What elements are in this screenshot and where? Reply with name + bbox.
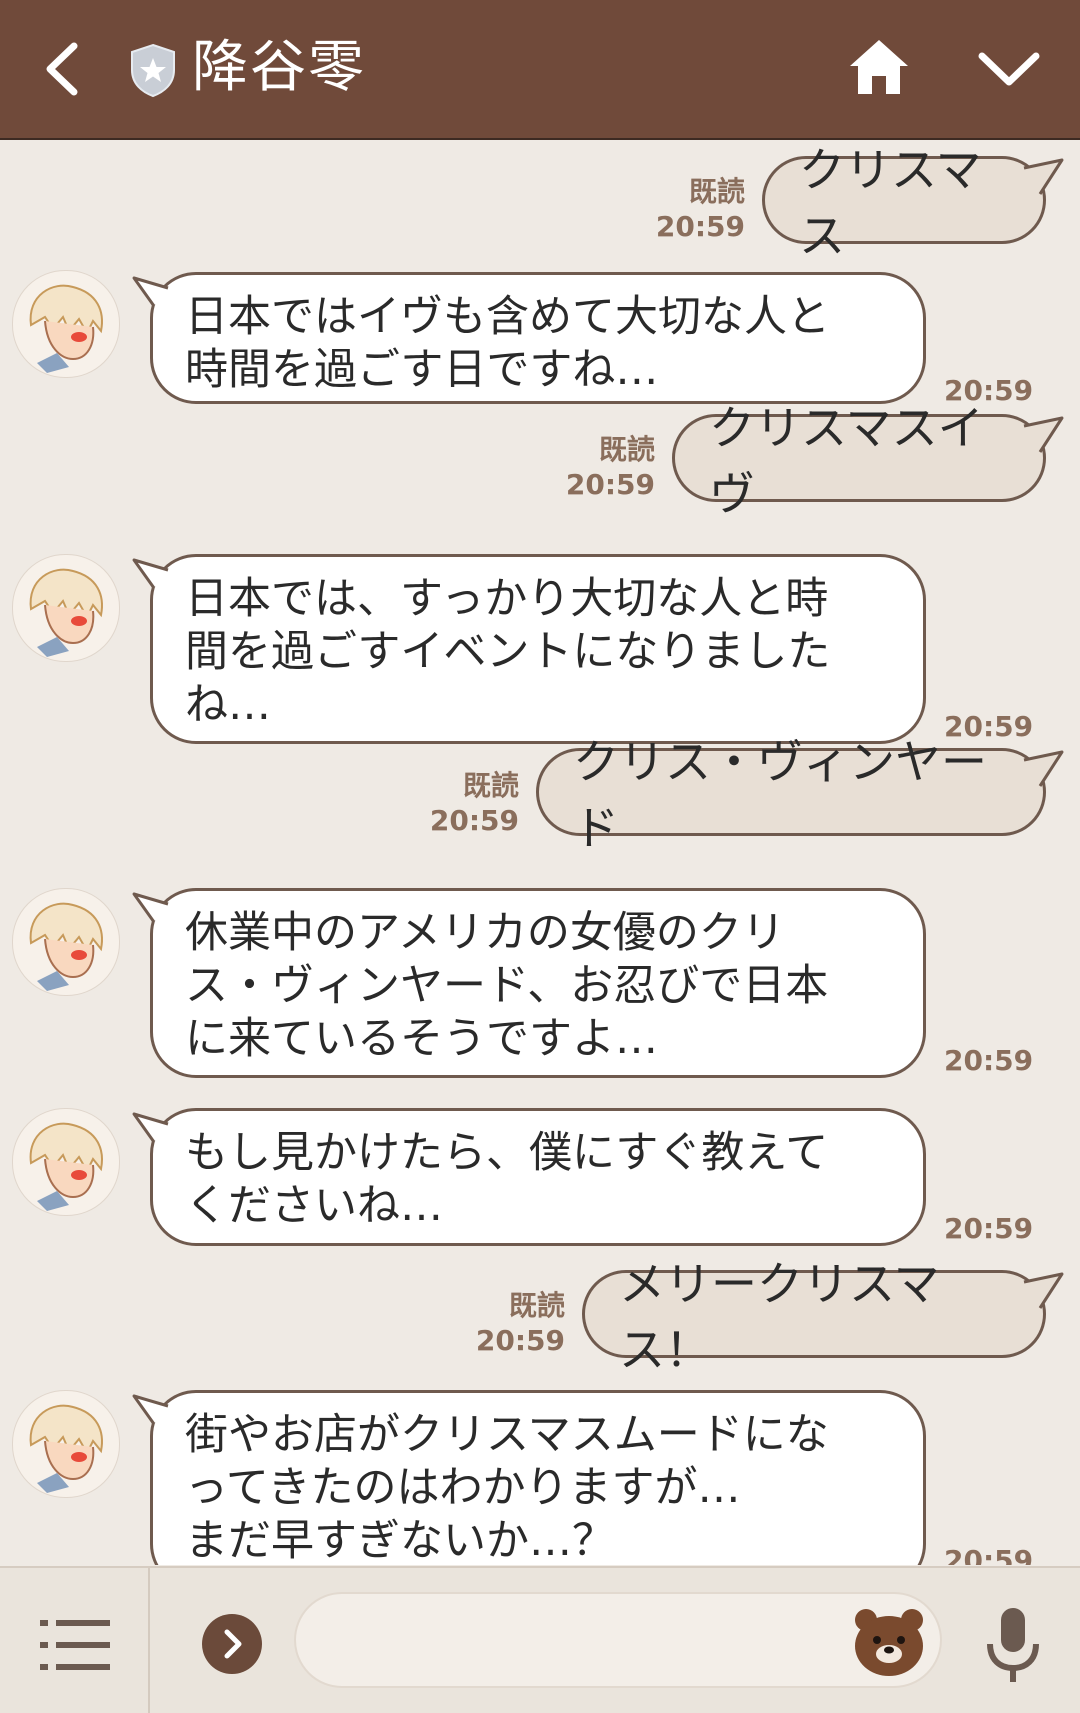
message-meta: 既読 20:59 <box>414 768 519 838</box>
read-receipt: 既読 <box>508 1289 565 1322</box>
contact-avatar[interactable] <box>12 270 120 378</box>
contact-avatar[interactable] <box>12 554 120 662</box>
bubble-tail <box>132 892 169 923</box>
outgoing-message-bubble[interactable]: クリスマスイヴ <box>672 401 1046 521</box>
message-time: 20:59 <box>655 210 745 243</box>
chat-title: 降谷零 <box>192 35 366 100</box>
message-text: 日本では、すっかり大切な人と時 間を過ごすイベントになりました ね… <box>185 574 831 730</box>
message-meta: 既読 20:59 <box>550 432 655 502</box>
message-time: 20:59 <box>944 1544 1034 1565</box>
incoming-message-bubble[interactable]: もし見かけたら、僕にすぐ教えて くださいね… <box>150 1108 926 1246</box>
divider <box>148 1568 150 1713</box>
message-text: クリス・ヴィンヤード <box>573 735 987 855</box>
message-meta: 既読 20:59 <box>460 1288 565 1358</box>
bubble-tail <box>1023 750 1064 787</box>
contact-avatar[interactable] <box>12 1390 120 1498</box>
message-text: 街やお店がクリスマスムードにな ってきたのはわかりますが… まだ早すぎないか…？ <box>185 1410 829 1565</box>
read-receipt: 既読 <box>688 175 745 208</box>
message-input-bar <box>0 1566 1080 1713</box>
message-meta: 既読 20:59 <box>640 174 745 244</box>
read-receipt: 既読 <box>598 433 655 466</box>
message-text: 休業中のアメリカの女優のクリ ス・ヴィンヤード、お忍びで日本 に来ているそうです… <box>185 908 829 1064</box>
message-text: メリークリスマス！ <box>619 1257 940 1377</box>
message-text: 日本ではイヴも含めて大切な人と 時間を過ごす日ですね… <box>185 292 830 395</box>
expand-button[interactable] <box>202 1614 262 1674</box>
bubble-tail <box>1023 1272 1064 1309</box>
shield-star-icon <box>131 43 175 98</box>
chevron-right-icon <box>224 1629 242 1659</box>
message-time: 20:59 <box>429 804 519 837</box>
message-text: クリスマス <box>799 143 982 263</box>
incoming-message-bubble[interactable]: 日本では、すっかり大切な人と時 間を過ごすイベントになりました ね… <box>150 554 926 744</box>
bubble-tail <box>132 276 169 307</box>
microphone-icon[interactable] <box>984 1606 1042 1686</box>
outgoing-message-bubble[interactable]: クリスマス <box>762 143 1046 263</box>
message-time: 20:59 <box>475 1324 565 1357</box>
bubble-tail <box>1023 416 1064 453</box>
bubble-tail <box>132 1112 169 1143</box>
message-text: クリスマスイヴ <box>709 401 984 521</box>
message-time: 20:59 <box>944 1044 1034 1077</box>
message-text: もし見かけたら、僕にすぐ教えて くださいね… <box>185 1128 829 1231</box>
read-receipt: 既読 <box>462 769 519 802</box>
chat-header: 降谷零 <box>0 0 1080 140</box>
message-input[interactable] <box>294 1592 942 1688</box>
home-icon[interactable] <box>846 34 912 100</box>
outgoing-message-bubble[interactable]: メリークリスマス！ <box>582 1257 1046 1377</box>
bubble-tail <box>132 1394 169 1425</box>
outgoing-message-bubble[interactable]: クリス・ヴィンヤード <box>536 735 1046 855</box>
incoming-message-bubble[interactable]: 日本ではイヴも含めて大切な人と 時間を過ごす日ですね… <box>150 272 926 404</box>
incoming-message-bubble[interactable]: 街やお店がクリスマスムードにな ってきたのはわかりますが… まだ早すぎないか…？ <box>150 1390 926 1565</box>
contact-avatar[interactable] <box>12 888 120 996</box>
bear-sticker-icon[interactable] <box>852 1604 926 1678</box>
message-list[interactable]: 既読 20:59 クリスマス 日本ではイヴも含めて大切な人と 時間を過ごす日です… <box>0 140 1080 1565</box>
back-chevron-icon[interactable] <box>36 34 92 104</box>
bubble-tail <box>1023 158 1064 195</box>
message-time: 20:59 <box>944 1212 1034 1245</box>
chevron-down-icon[interactable] <box>974 40 1044 100</box>
contact-avatar[interactable] <box>12 1108 120 1216</box>
bubble-tail <box>132 558 169 589</box>
incoming-message-bubble[interactable]: 休業中のアメリカの女優のクリ ス・ヴィンヤード、お忍びで日本 に来ているそうです… <box>150 888 926 1078</box>
menu-icon[interactable] <box>40 1616 110 1674</box>
message-time: 20:59 <box>565 468 655 501</box>
